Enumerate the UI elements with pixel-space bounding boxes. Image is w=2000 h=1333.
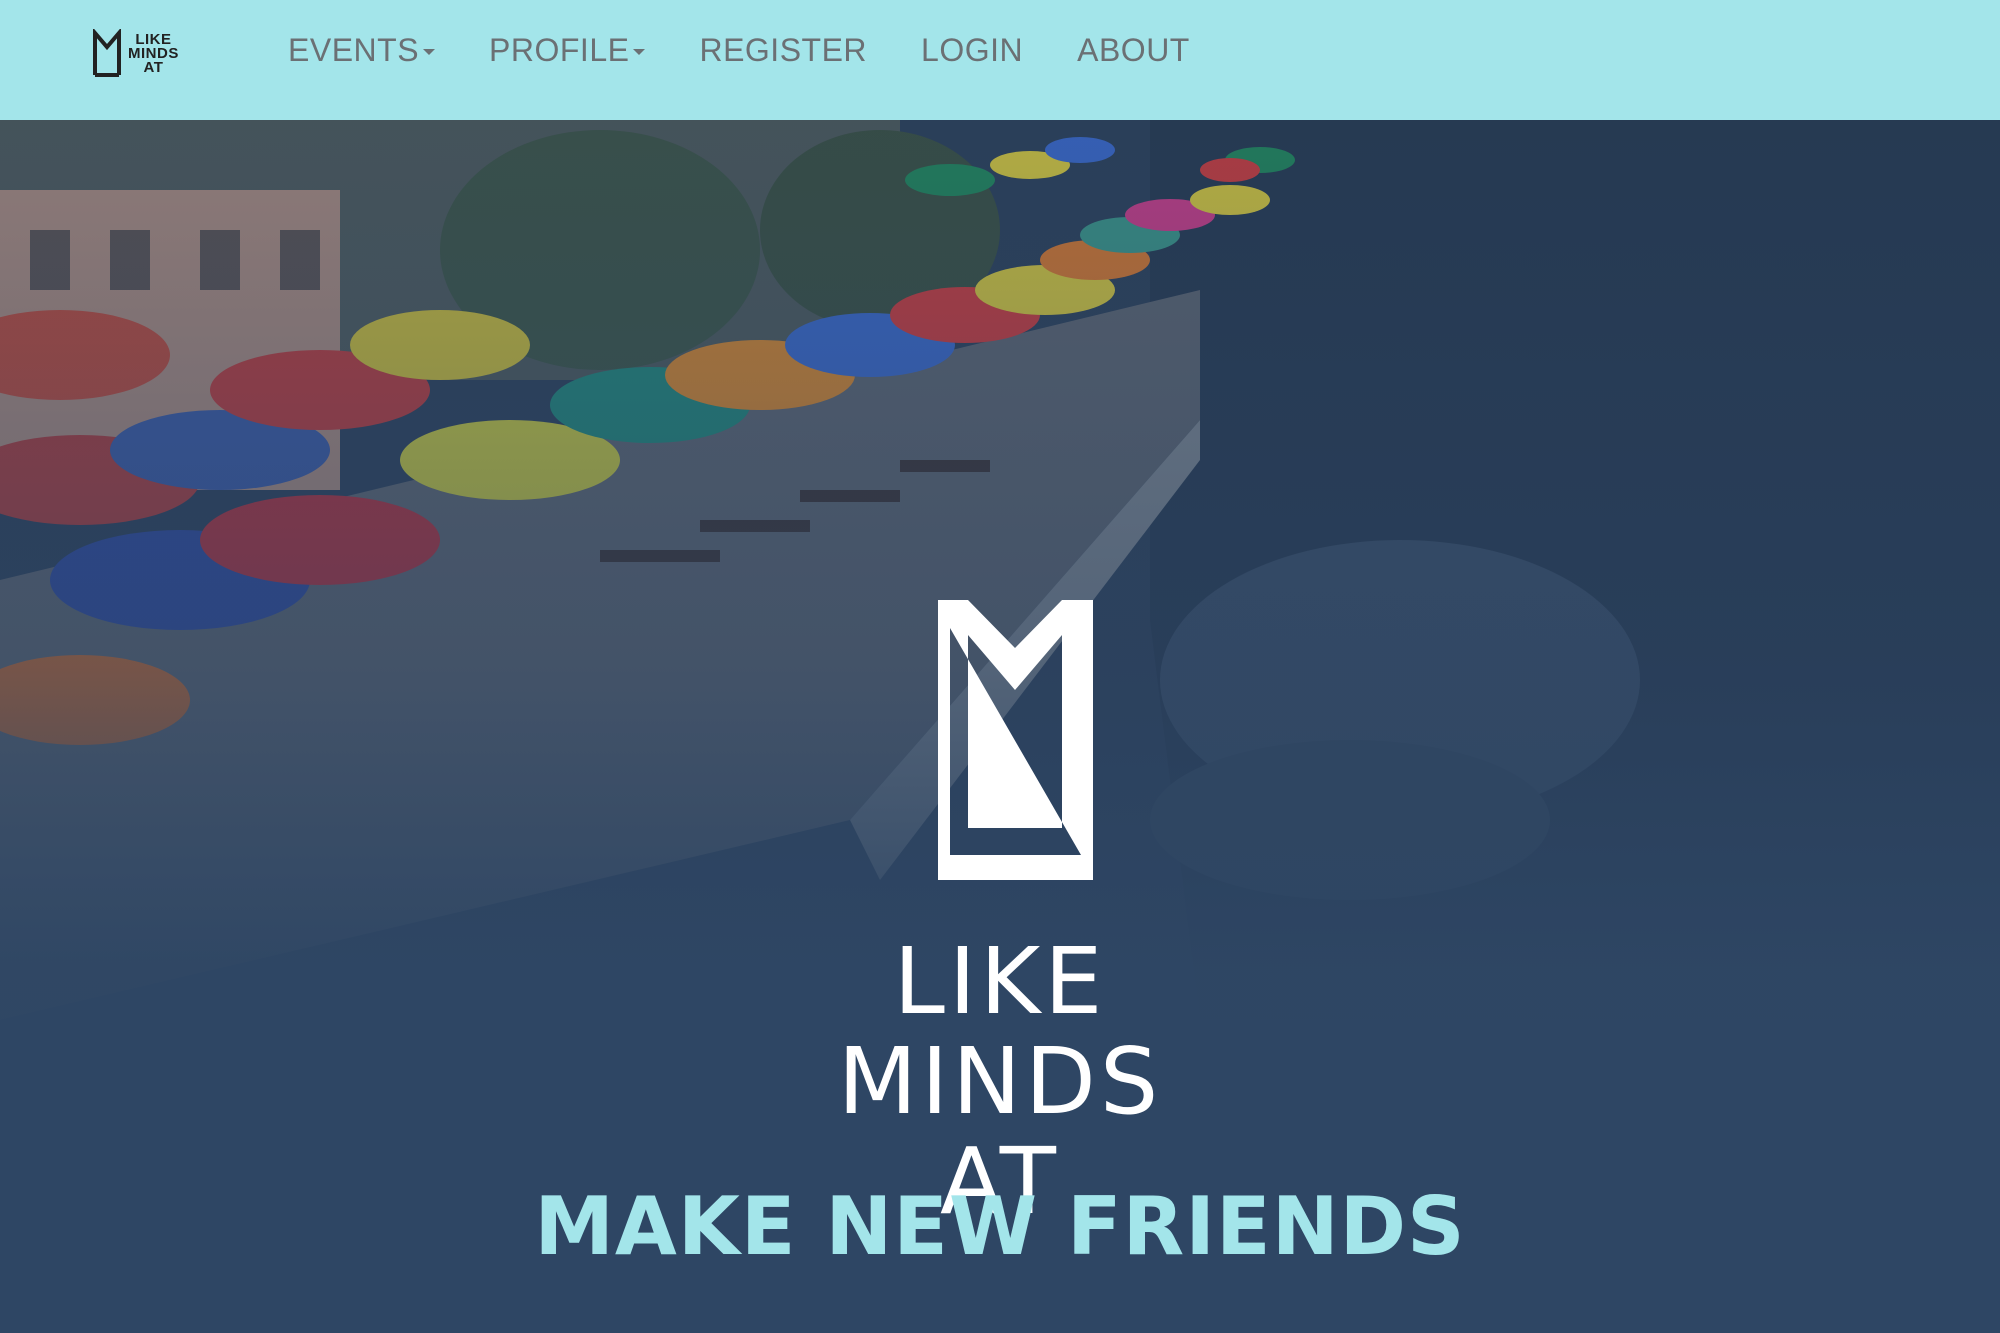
- nav-item-register-label: REGISTER: [699, 31, 868, 68]
- caret-down-icon: [423, 49, 436, 55]
- site-logo[interactable]: LIKE MINDS AT: [92, 26, 202, 82]
- nav-item-login[interactable]: LOGIN: [921, 30, 1023, 70]
- nav-item-login-label: LOGIN: [921, 31, 1024, 68]
- hero-tagline: MAKE NEW FRIENDS: [534, 1180, 1466, 1273]
- nav-item-profile-label: PROFILE: [489, 31, 630, 68]
- brand-logo-mark-icon: [938, 600, 1093, 880]
- nav-item-profile[interactable]: PROFILE: [489, 30, 646, 70]
- nav-menu: EVENTS PROFILE REGISTER LOGIN ABOUT: [288, 30, 1244, 70]
- brand-line-1: LIKE: [893, 928, 1107, 1035]
- nav-item-events-label: EVENTS: [288, 31, 420, 68]
- top-navbar: LIKE MINDS AT EVENTS PROFILE REGISTER LO…: [0, 0, 2000, 120]
- logo-line-3: AT: [143, 59, 164, 76]
- nav-item-about[interactable]: ABOUT: [1077, 30, 1190, 70]
- logo-text: LIKE MINDS AT: [128, 32, 179, 76]
- nav-item-about-label: ABOUT: [1077, 31, 1190, 68]
- caret-down-icon: [633, 49, 646, 55]
- hero-section: LIKE MINDS AT: [0, 120, 2000, 1333]
- brand-line-2: MINDS: [837, 1028, 1163, 1135]
- nav-item-register[interactable]: REGISTER: [699, 30, 867, 70]
- logo-mark-icon: [93, 29, 121, 77]
- nav-item-events[interactable]: EVENTS: [288, 30, 436, 70]
